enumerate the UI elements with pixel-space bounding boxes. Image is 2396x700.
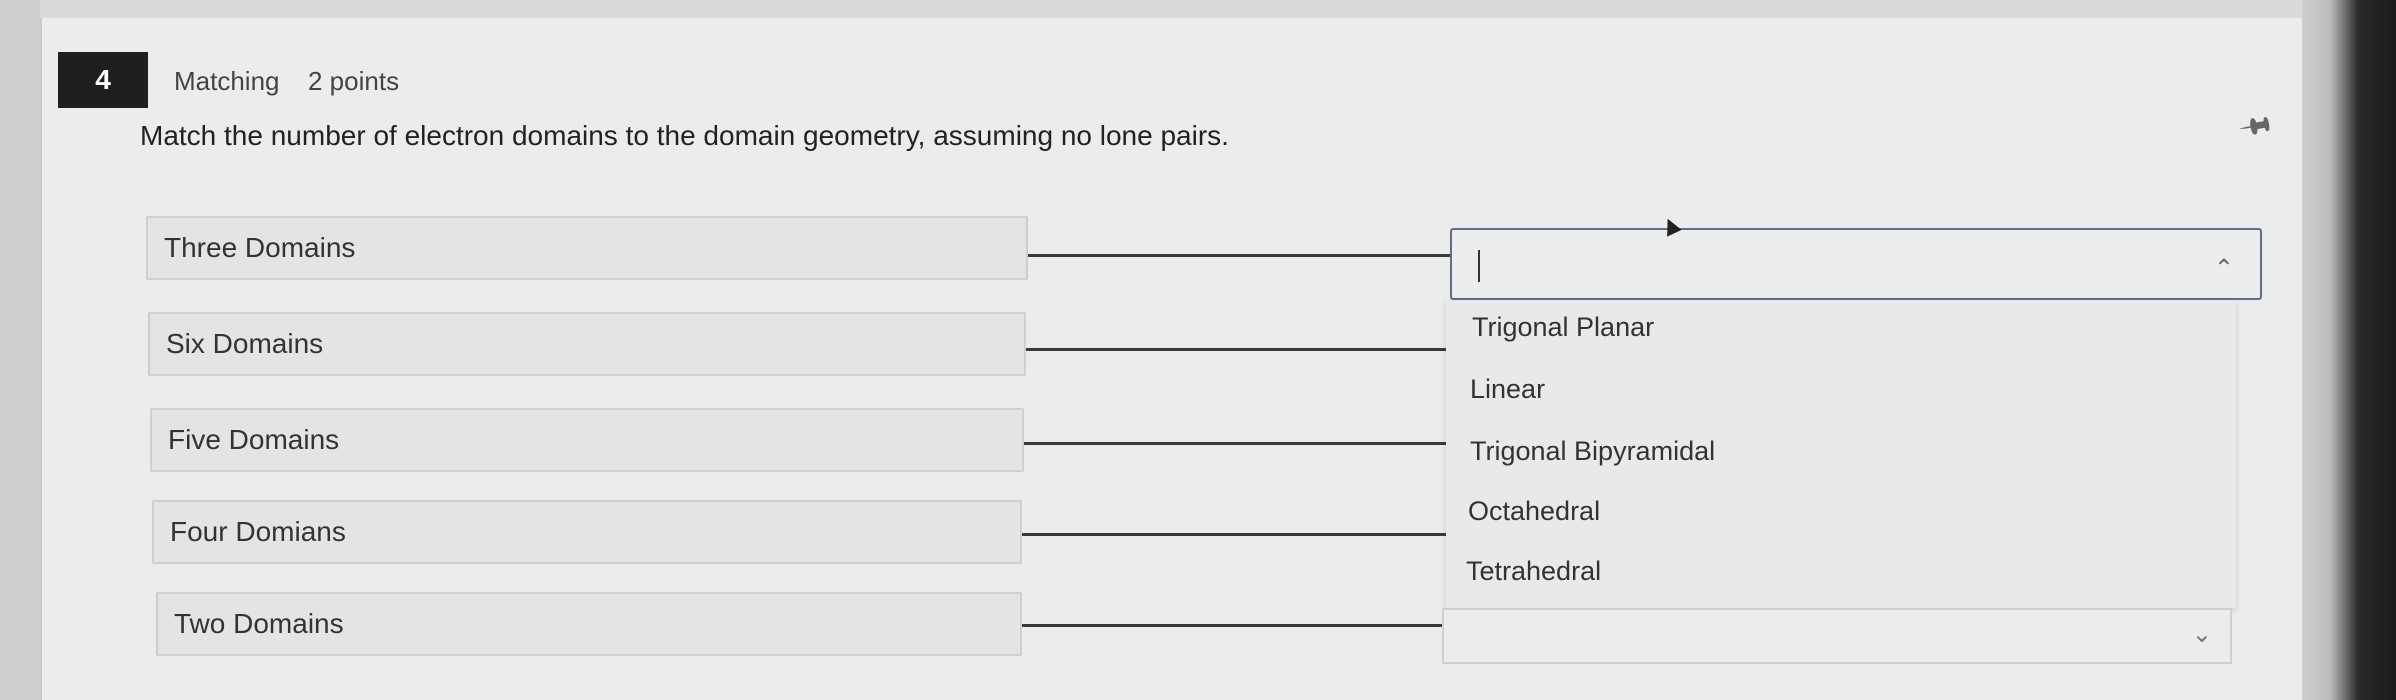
match-term-5: Two Domains <box>156 592 1022 656</box>
match-connector-1 <box>1028 254 1452 257</box>
dropdown-option-octahedral[interactable]: Octahedral <box>1468 496 1600 527</box>
question-type: Matching <box>174 66 280 96</box>
dropdown-menu: Trigonal Planar Linear Trigonal Bipyrami… <box>1446 300 2236 608</box>
dropdown-option-trigonal-bipyramidal[interactable]: Trigonal Bipyramidal <box>1470 436 1715 467</box>
match-term-3: Five Domains <box>150 408 1024 472</box>
match-term-1: Three Domains <box>146 216 1028 280</box>
question-points: 2 points <box>308 66 400 96</box>
dropdown-option-linear[interactable]: Linear <box>1470 374 1545 405</box>
match-connector-4 <box>1022 533 1446 536</box>
match-connector-2 <box>1026 348 1450 351</box>
chevron-down-icon[interactable]: ⌄ <box>2192 620 2212 649</box>
match-connector-3 <box>1024 442 1448 445</box>
text-caret <box>1478 250 1480 282</box>
page-background-left <box>0 0 40 700</box>
question-prompt: Match the number of electron domains to … <box>140 120 1229 151</box>
match-term-label: Six Domains <box>166 328 324 359</box>
match-term-label: Two Domains <box>174 608 344 639</box>
match-connector-5 <box>1022 624 1442 627</box>
match-term-label: Four Domians <box>170 516 346 547</box>
match-term-label: Five Domains <box>168 424 340 455</box>
match-term-2: Six Domains <box>148 312 1026 376</box>
answer-select-1[interactable]: ⌃ <box>1450 228 2262 300</box>
screen-edge <box>2302 0 2396 700</box>
chevron-up-icon[interactable]: ⌃ <box>2214 254 2234 283</box>
dropdown-option-trigonal-planar[interactable]: Trigonal Planar <box>1472 312 1654 343</box>
match-term-4: Four Domians <box>152 500 1022 564</box>
question-number: 4 <box>58 52 148 108</box>
dropdown-option-tetrahedral[interactable]: Tetrahedral <box>1466 556 1601 587</box>
answer-select-5[interactable]: ⌄ <box>1442 608 2232 664</box>
match-term-label: Three Domains <box>164 232 356 263</box>
